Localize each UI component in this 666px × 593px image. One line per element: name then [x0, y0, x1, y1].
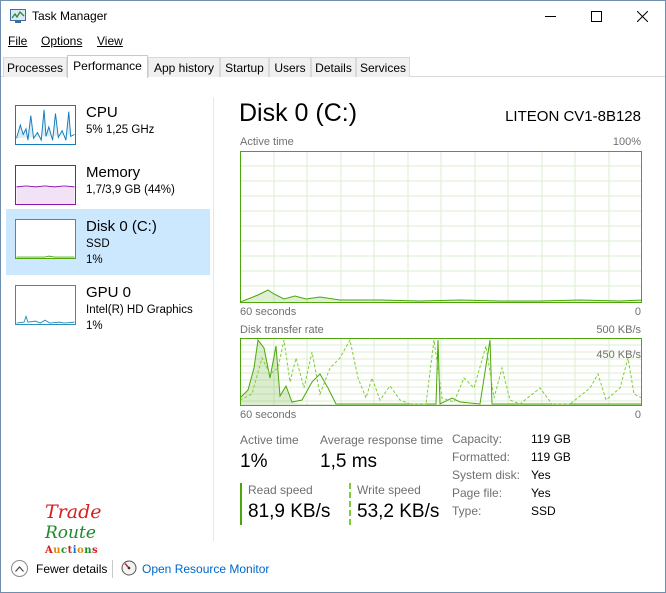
disk-usage: 1%: [86, 254, 103, 266]
menu-view[interactable]: View: [97, 34, 123, 48]
menu-file[interactable]: File: [8, 34, 27, 48]
menu-bar: File Options View: [1, 32, 665, 52]
formatted-value: 119 GB: [531, 450, 571, 464]
task-manager-icon: [10, 9, 26, 23]
tab-performance[interactable]: Performance: [67, 55, 148, 78]
footer-divider: [112, 560, 113, 578]
system-disk-label: System disk:: [452, 468, 521, 482]
active-time-graph-min: 0: [634, 306, 641, 318]
tab-startup[interactable]: Startup: [220, 57, 269, 77]
fewer-details-toggle[interactable]: [11, 560, 28, 577]
panel-divider: [213, 97, 214, 541]
chevron-up-icon: [15, 565, 24, 572]
memory-detail: 1,7/3,9 GB (44%): [86, 184, 175, 196]
avg-response-label: Average response time: [320, 433, 444, 447]
sidebar-item-cpu[interactable]: CPU 5% 1,25 GHz: [6, 97, 210, 159]
menu-options[interactable]: Options: [41, 34, 82, 48]
active-time-graph-max: 100%: [612, 136, 641, 148]
transfer-graph-min: 0: [634, 409, 641, 421]
gpu-detail: Intel(R) HD Graphics: [86, 304, 193, 316]
page-title: Disk 0 (C:): [239, 99, 358, 127]
disk-thumbnail-graph: [15, 219, 76, 259]
active-time-graph: [240, 151, 642, 303]
footer-bar: Fewer details Open Resource Monitor: [1, 552, 665, 592]
memory-thumbnail-graph: [15, 165, 76, 205]
disk-label: Disk 0 (C:): [86, 218, 157, 235]
active-time-value: 1%: [240, 451, 268, 472]
avg-response-value: 1,5 ms: [320, 451, 378, 472]
write-speed-label: Write speed: [357, 483, 421, 497]
fewer-details-link[interactable]: Fewer details: [36, 562, 107, 576]
sidebar-item-disk[interactable]: Disk 0 (C:) SSD 1%: [6, 209, 210, 275]
write-speed-legend: [349, 483, 351, 525]
write-speed-value: 53,2 KB/s: [357, 501, 440, 522]
gpu-usage: 1%: [86, 320, 103, 332]
transfer-graph-duration: 60 seconds: [240, 409, 297, 421]
disk-type: SSD: [86, 238, 110, 250]
system-disk-value: Yes: [531, 468, 551, 482]
memory-label: Memory: [86, 164, 141, 181]
page-file-value: Yes: [531, 486, 551, 500]
sidebar-item-gpu[interactable]: GPU 0 Intel(R) HD Graphics 1%: [6, 275, 210, 341]
read-speed-value: 81,9 KB/s: [248, 501, 331, 522]
performance-panel: CPU 5% 1,25 GHz Memory 1,7/3,9 GB (44%) …: [1, 77, 665, 552]
watermark-line2: Route: [45, 523, 96, 543]
tab-strip: Processes Performance App history Startu…: [1, 55, 665, 78]
cpu-detail: 5% 1,25 GHz: [86, 124, 155, 136]
device-model: LITEON CV1-8B128: [505, 108, 641, 125]
maximize-button[interactable]: [573, 1, 619, 31]
transfer-graph-mid: 450 KB/s: [596, 349, 641, 361]
tab-services[interactable]: Services: [356, 57, 410, 77]
open-resource-monitor-link[interactable]: Open Resource Monitor: [142, 562, 269, 576]
tab-details[interactable]: Details: [311, 57, 356, 77]
maximize-icon: [590, 10, 602, 22]
formatted-label: Formatted:: [452, 450, 511, 464]
gpu-thumbnail-graph: [15, 285, 76, 325]
active-time-graph-duration: 60 seconds: [240, 306, 297, 318]
active-time-graph-label: Active time: [240, 136, 294, 148]
transfer-graph-label: Disk transfer rate: [240, 324, 324, 336]
transfer-rate-graph: [240, 338, 642, 406]
transfer-graph-max: 500 KB/s: [596, 324, 641, 336]
page-file-label: Page file:: [452, 486, 503, 500]
type-label: Type:: [452, 504, 482, 518]
minimize-icon: [544, 15, 556, 17]
minimize-button[interactable]: [527, 1, 573, 31]
type-value: SSD: [531, 504, 556, 518]
capacity-value: 119 GB: [531, 432, 571, 446]
close-icon: [636, 10, 648, 22]
cpu-thumbnail-graph: [15, 105, 76, 145]
window-title: Task Manager: [32, 9, 108, 23]
gpu-label: GPU 0: [86, 284, 132, 301]
resource-monitor-icon[interactable]: [121, 560, 137, 576]
read-speed-label: Read speed: [248, 483, 313, 497]
active-time-label: Active time: [240, 433, 299, 447]
tab-processes[interactable]: Processes: [3, 57, 67, 77]
title-bar[interactable]: Task Manager: [1, 1, 665, 31]
watermark-line1: Trade: [45, 501, 102, 523]
read-speed-legend: [240, 483, 242, 525]
close-button[interactable]: [619, 1, 665, 31]
cpu-label: CPU: [86, 104, 118, 121]
tab-users[interactable]: Users: [269, 57, 311, 77]
tab-app-history[interactable]: App history: [148, 57, 220, 77]
task-manager-window: Task Manager File Options View Processes…: [0, 0, 666, 593]
capacity-label: Capacity:: [452, 432, 503, 446]
